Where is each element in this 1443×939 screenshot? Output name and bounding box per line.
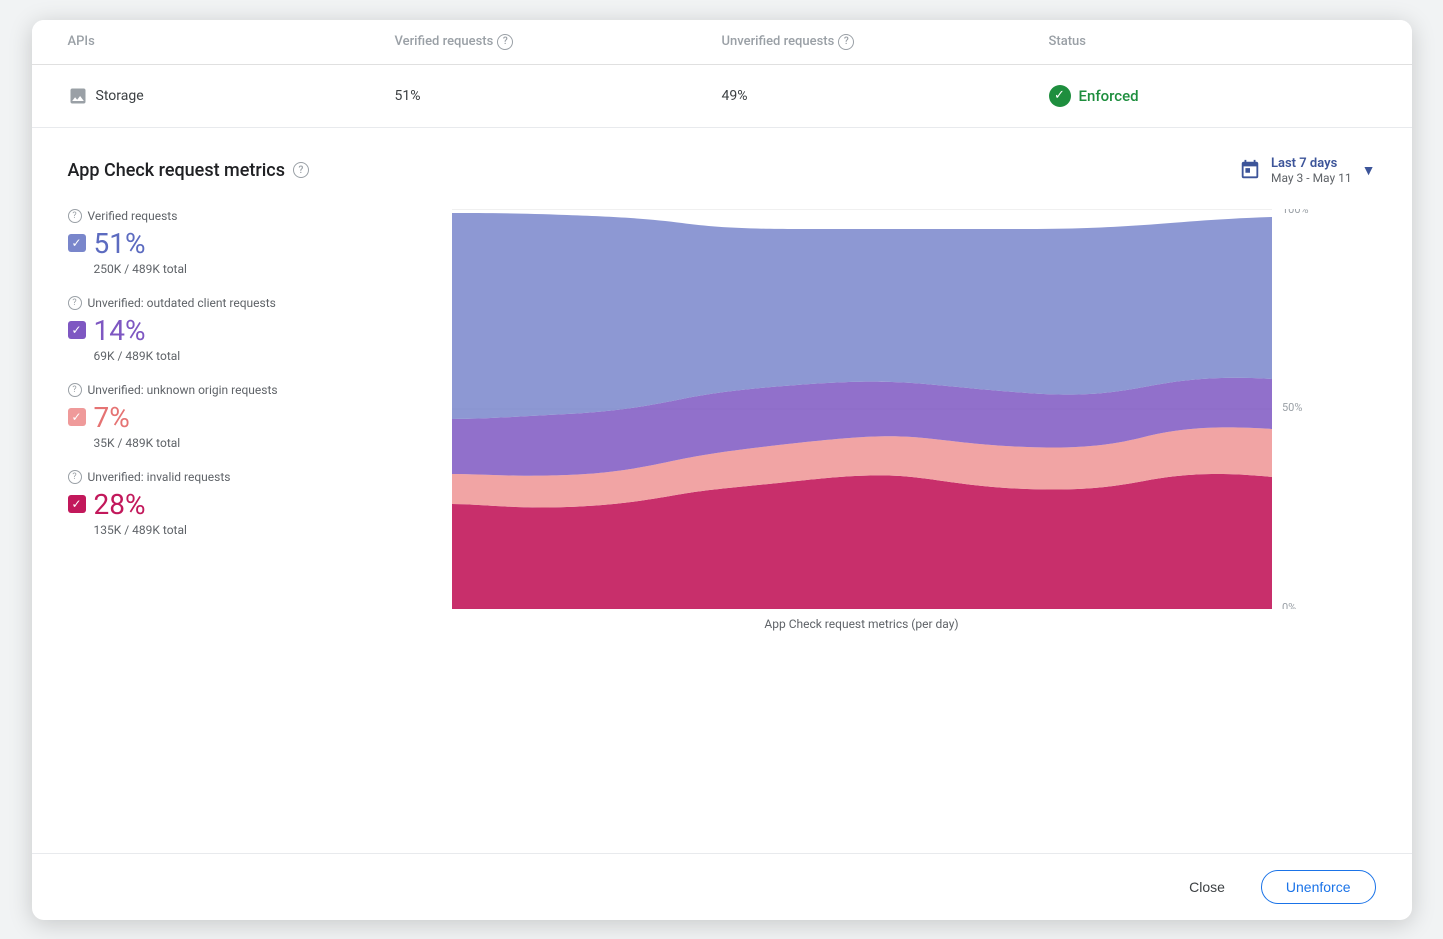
- col-status: Status: [1049, 34, 1376, 50]
- legend-help-icon-2[interactable]: ?: [68, 383, 82, 397]
- storage-unverified-pct: 49%: [722, 88, 1049, 104]
- modal-footer: Close Unenforce: [32, 853, 1412, 920]
- date-range-selector[interactable]: Last 7 days May 3 - May 11 ▼: [1239, 156, 1376, 185]
- legend-checkbox-1[interactable]: ✓: [68, 321, 86, 339]
- legend-item-1: ? Unverified: outdated client requests ✓…: [68, 296, 328, 363]
- dropdown-arrow-icon[interactable]: ▼: [1362, 162, 1376, 179]
- metrics-header: App Check request metrics ? Last 7 days …: [68, 156, 1376, 185]
- col-verified: Verified requests ?: [395, 34, 722, 50]
- svg-text:0%: 0%: [1282, 601, 1296, 609]
- chart-x-label: App Check request metrics (per day): [348, 617, 1376, 631]
- legend-help-icon-0[interactable]: ?: [68, 209, 82, 223]
- unenforce-button[interactable]: Unenforce: [1261, 870, 1376, 904]
- legend-help-icon-1[interactable]: ?: [68, 296, 82, 310]
- svg-text:50%: 50%: [1282, 401, 1302, 414]
- enforced-label: Enforced: [1079, 87, 1139, 105]
- unverified-help-icon[interactable]: ?: [838, 34, 854, 50]
- table-header: APIs Verified requests ? Unverified requ…: [32, 20, 1412, 65]
- chart-svg: May 4 May 5 May 6 May 7 May 8 May 9 May …: [348, 209, 1376, 609]
- metrics-legend: ? Verified requests ✓ 51% 250K / 489K to…: [68, 209, 328, 631]
- verified-help-icon[interactable]: ?: [497, 34, 513, 50]
- storage-row: Storage 51% 49% ✓ Enforced: [32, 65, 1412, 128]
- storage-verified-pct: 51%: [395, 88, 722, 104]
- chart-area: May 4 May 5 May 6 May 7 May 8 May 9 May …: [348, 209, 1376, 631]
- metrics-section: App Check request metrics ? Last 7 days …: [32, 128, 1412, 853]
- legend-checkbox-3[interactable]: ✓: [68, 495, 86, 513]
- storage-label: Storage: [68, 86, 395, 106]
- status-enforced: ✓ Enforced: [1049, 85, 1376, 107]
- calendar-icon: [1239, 159, 1261, 181]
- legend-help-icon-3[interactable]: ?: [68, 470, 82, 484]
- date-range-sub: May 3 - May 11: [1271, 171, 1352, 185]
- svg-text:100%: 100%: [1282, 209, 1309, 216]
- date-range-label: Last 7 days: [1271, 156, 1337, 171]
- metrics-content: ? Verified requests ✓ 51% 250K / 489K to…: [68, 209, 1376, 631]
- legend-checkbox-2[interactable]: ✓: [68, 408, 86, 426]
- close-button[interactable]: Close: [1169, 871, 1245, 903]
- date-range-text: Last 7 days May 3 - May 11: [1271, 156, 1352, 185]
- legend-checkbox-0[interactable]: ✓: [68, 234, 86, 252]
- legend-item-2: ? Unverified: unknown origin requests ✓ …: [68, 383, 328, 450]
- storage-icon: [68, 86, 88, 106]
- legend-item-0: ? Verified requests ✓ 51% 250K / 489K to…: [68, 209, 328, 276]
- legend-item-3: ? Unverified: invalid requests ✓ 28% 135…: [68, 470, 328, 537]
- modal-container: APIs Verified requests ? Unverified requ…: [32, 20, 1412, 920]
- metrics-title: App Check request metrics ?: [68, 160, 309, 181]
- col-apis: APIs: [68, 34, 395, 50]
- col-unverified: Unverified requests ?: [722, 34, 1049, 50]
- check-circle-icon: ✓: [1049, 85, 1071, 107]
- metrics-help-icon[interactable]: ?: [293, 162, 309, 178]
